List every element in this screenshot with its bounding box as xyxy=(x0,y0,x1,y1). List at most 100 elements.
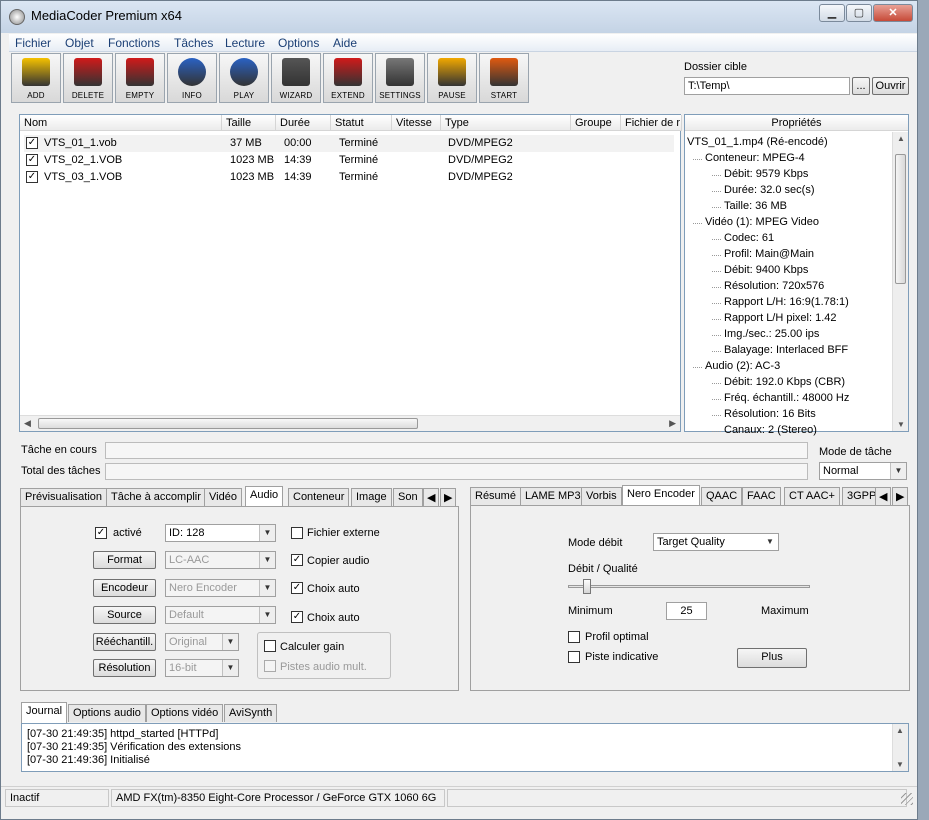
tab-summary[interactable]: Résumé xyxy=(470,487,521,505)
tab-scroll-right-icon[interactable]: ▶ xyxy=(892,487,909,505)
menu-objet[interactable]: Objet xyxy=(65,36,94,50)
property-item[interactable]: Rapport L/H pixel: 1.42 xyxy=(724,312,837,324)
col-group[interactable]: Groupe xyxy=(571,115,621,131)
auto-choice-2-checkbox[interactable]: ✓ xyxy=(291,611,303,623)
toolbar-delete-button[interactable]: DELETE xyxy=(63,53,113,103)
menu-fichier[interactable]: Fichier xyxy=(15,36,51,50)
quality-slider-track[interactable] xyxy=(568,585,810,588)
property-item[interactable]: Vidéo (1): MPEG Video xyxy=(705,216,819,228)
menu-lecture[interactable]: Lecture xyxy=(225,36,265,50)
toolbar-wizard-button[interactable]: WIZARD xyxy=(271,53,321,103)
resample-button[interactable]: Rééchantill. xyxy=(93,633,156,651)
property-item[interactable]: VTS_01_1.mp4 (Ré-encodé) xyxy=(687,136,828,148)
more-button[interactable]: Plus xyxy=(737,648,807,668)
tab-lame[interactable]: LAME MP3 xyxy=(520,487,586,505)
hint-track-checkbox[interactable] xyxy=(568,651,580,663)
tab-audio-options[interactable]: Options audio xyxy=(68,704,146,722)
log-scrollbar[interactable]: ▲ ▼ xyxy=(892,724,908,771)
minimize-button[interactable]: ▁ xyxy=(819,4,845,22)
col-name[interactable]: Nom xyxy=(20,115,222,131)
target-folder-input[interactable]: T:\Temp\ xyxy=(684,77,850,95)
active-checkbox[interactable]: ✓ xyxy=(95,527,107,539)
resolution-select[interactable]: 16-bit ▼ xyxy=(165,659,239,677)
property-item[interactable]: Audio (2): AC-3 xyxy=(705,360,780,372)
table-row[interactable]: ✓ VTS_03_1.VOB 1023 MB 14:39 Terminé DVD/MPEG… xyxy=(24,169,674,186)
open-button[interactable]: Ouvrir xyxy=(872,77,909,95)
format-select[interactable]: LC-AAC ▼ xyxy=(165,551,276,569)
col-duration[interactable]: Durée xyxy=(276,115,331,131)
encoder-select[interactable]: Nero Encoder ▼ xyxy=(165,579,276,597)
bitrate-mode-select[interactable]: Target Quality ▼ xyxy=(653,533,779,551)
tab-nero[interactable]: Nero Encoder xyxy=(622,485,700,506)
property-item[interactable]: Débit: 192.0 Kbps (CBR) xyxy=(724,376,845,388)
multi-track-checkbox[interactable] xyxy=(264,660,276,672)
scroll-left-icon[interactable]: ◀ xyxy=(24,418,31,429)
tab-avisynth[interactable]: AviSynth xyxy=(224,704,278,722)
toolbar-add-button[interactable]: ADD xyxy=(11,53,61,103)
toolbar-settings-button[interactable]: SETTINGS xyxy=(375,53,425,103)
property-item[interactable]: Fréq. échantill.: 48000 Hz xyxy=(724,392,849,404)
encoder-button[interactable]: Encodeur xyxy=(93,579,156,597)
col-speed[interactable]: Vitesse xyxy=(392,115,441,131)
table-row[interactable]: ✓ VTS_02_1.VOB 1023 MB 14:39 Terminé DVD/MPEG… xyxy=(24,152,674,169)
menu-fonctions[interactable]: Fonctions xyxy=(108,36,160,50)
property-item[interactable]: Profil: Main@Main xyxy=(724,248,814,260)
col-type[interactable]: Type xyxy=(441,115,571,131)
tab-scroll-left-icon[interactable]: ◀ xyxy=(875,487,892,505)
col-status[interactable]: Statut xyxy=(331,115,392,131)
resolution-button[interactable]: Résolution xyxy=(93,659,156,677)
copy-audio-checkbox[interactable]: ✓ xyxy=(291,554,303,566)
source-select[interactable]: Default ▼ xyxy=(165,606,276,624)
tab-video[interactable]: Vidéo xyxy=(204,488,242,506)
property-item[interactable]: Débit: 9400 Kbps xyxy=(724,264,808,276)
toolbar-extend-button[interactable]: EXTEND xyxy=(323,53,373,103)
property-item[interactable]: Rapport L/H: 16:9(1.78:1) xyxy=(724,296,849,308)
properties-scroll-thumb[interactable] xyxy=(895,154,906,284)
property-item[interactable]: Durée: 32.0 sec(s) xyxy=(724,184,814,196)
toolbar-info-button[interactable]: INFO xyxy=(167,53,217,103)
compute-gain-checkbox[interactable] xyxy=(264,640,276,652)
resize-grip-icon[interactable] xyxy=(901,793,913,805)
external-file-checkbox[interactable] xyxy=(291,527,303,539)
maximize-button[interactable]: ▢ xyxy=(846,4,872,22)
tab-ct-aac[interactable]: CT AAC+ xyxy=(784,487,840,505)
toolbar-pause-button[interactable]: PAUSE xyxy=(427,53,477,103)
scroll-right-icon[interactable]: ▶ xyxy=(669,418,676,429)
property-item[interactable]: Balayage: Interlaced BFF xyxy=(724,344,848,356)
tab-video-options[interactable]: Options vidéo xyxy=(146,704,224,722)
auto-choice-1-checkbox[interactable]: ✓ xyxy=(291,582,303,594)
toolbar-play-button[interactable]: PLAY xyxy=(219,53,269,103)
col-output[interactable]: Fichier de r xyxy=(621,115,682,131)
tab-journal[interactable]: Journal xyxy=(21,702,68,723)
properties-scrollbar[interactable]: ▲ ▼ xyxy=(892,132,908,431)
property-item[interactable]: Résolution: 16 Bits xyxy=(724,408,816,420)
scroll-thumb[interactable] xyxy=(38,418,418,429)
tab-qaac[interactable]: QAAC xyxy=(701,487,743,505)
tab-preview[interactable]: Prévisualisation xyxy=(20,488,108,506)
property-item[interactable]: Débit: 9579 Kbps xyxy=(724,168,808,180)
table-row[interactable]: ✓ VTS_01_1.vob 37 MB 00:00 Terminé DVD/MPEG2 xyxy=(24,135,674,152)
toolbar-start-button[interactable]: START xyxy=(479,53,529,103)
tab-image[interactable]: Image xyxy=(351,488,392,506)
task-mode-select[interactable]: Normal ▼ xyxy=(819,462,907,480)
source-button[interactable]: Source xyxy=(93,606,156,624)
row-checkbox[interactable]: ✓ xyxy=(26,137,38,149)
horizontal-scrollbar[interactable]: ◀ ▶ xyxy=(20,415,680,431)
row-checkbox[interactable]: ✓ xyxy=(26,171,38,183)
resample-select[interactable]: Original ▼ xyxy=(165,633,239,651)
property-item[interactable]: Conteneur: MPEG-4 xyxy=(705,152,805,164)
property-item[interactable]: Taille: 36 MB xyxy=(724,200,787,212)
optimal-profile-checkbox[interactable] xyxy=(568,631,580,643)
tab-scroll-right-icon[interactable]: ▶ xyxy=(440,488,457,506)
audio-id-select[interactable]: ID: 128 ▼ xyxy=(165,524,276,542)
tab-scroll-left-icon[interactable]: ◀ xyxy=(423,488,440,506)
toolbar-empty-button[interactable]: EMPTY xyxy=(115,53,165,103)
format-button[interactable]: Format xyxy=(93,551,156,569)
row-checkbox[interactable]: ✓ xyxy=(26,154,38,166)
quality-value-input[interactable]: 25 xyxy=(666,602,707,620)
property-item[interactable]: Img./sec.: 25.00 ips xyxy=(724,328,819,340)
tab-sound[interactable]: Son xyxy=(393,488,423,506)
tab-container[interactable]: Conteneur xyxy=(288,488,350,506)
col-size[interactable]: Taille xyxy=(222,115,276,131)
browse-button[interactable]: ... xyxy=(852,77,870,95)
